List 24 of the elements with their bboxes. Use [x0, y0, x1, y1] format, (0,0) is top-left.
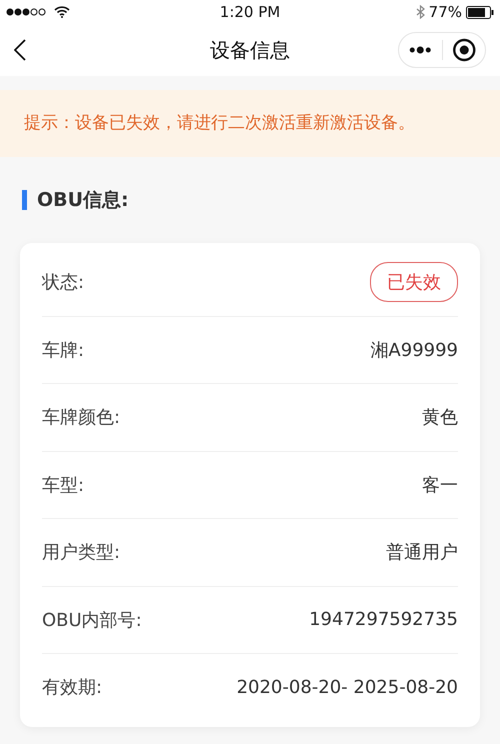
field-value: 客一 — [422, 474, 458, 497]
field-label: 状态: — [42, 271, 84, 294]
bluetooth-icon — [416, 5, 425, 19]
battery-icon — [466, 6, 494, 18]
wifi-icon — [54, 6, 70, 18]
field-label: 车牌颜色: — [42, 406, 120, 430]
field-label: 车牌: — [42, 338, 84, 362]
field-value: 1947297592735 — [309, 609, 458, 630]
notice-banner: 提示：设备已失效，请进行二次激活重新激活设备。 — [0, 90, 500, 157]
field-label: 用户类型: — [42, 541, 120, 564]
field-value: 普通用户 — [386, 541, 458, 564]
accent-bar — [22, 190, 27, 210]
battery-percent: 77% — [428, 3, 462, 21]
field-value: 2020-08-20- 2025-08-20 — [236, 676, 458, 698]
field-label: 有效期: — [42, 676, 102, 700]
page-title: 设备信息 — [210, 38, 290, 62]
field-label: 车型: — [42, 474, 84, 497]
field-value: 湘A99999 — [370, 338, 458, 362]
field-value: 黄色 — [422, 406, 458, 430]
field-label: OBU内部号: — [42, 608, 142, 632]
status-time: 1:20 PM — [220, 3, 280, 21]
status-badge: 已失效 — [370, 262, 458, 302]
section-title: OBU信息: — [37, 188, 129, 213]
back-icon[interactable] — [14, 39, 26, 61]
